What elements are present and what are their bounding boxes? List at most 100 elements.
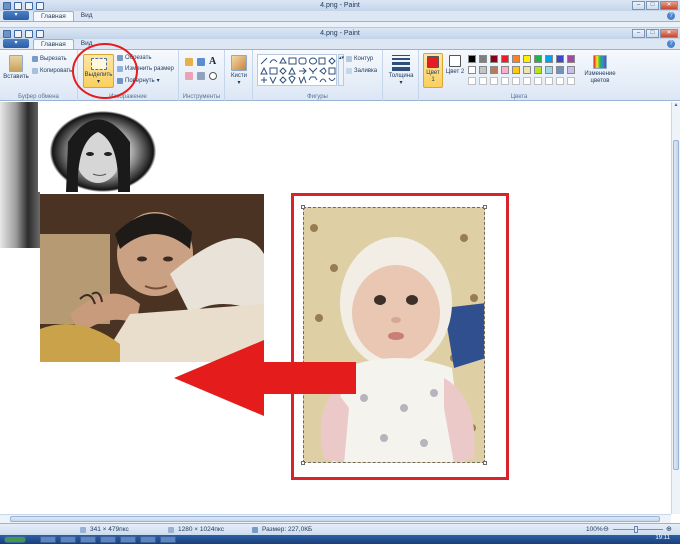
- zoom-out-icon[interactable]: ⊖: [603, 525, 609, 533]
- help-icon[interactable]: ?: [667, 40, 675, 48]
- paste-label: Вставить: [3, 74, 29, 80]
- selection-handle[interactable]: [483, 205, 487, 209]
- thickness-button[interactable]: Толщина ▾: [387, 55, 415, 86]
- fill-bucket-icon[interactable]: [197, 58, 205, 66]
- palette-swatch[interactable]: [479, 66, 487, 74]
- taskbar-app[interactable]: [80, 536, 96, 543]
- brushes-group: Кисти ▾: [225, 50, 253, 101]
- palette-swatch[interactable]: [523, 55, 531, 63]
- palette-swatch-empty[interactable]: [479, 77, 487, 85]
- clipboard-icon: [9, 55, 23, 72]
- palette-swatch-empty[interactable]: [523, 77, 531, 85]
- taskbar-app[interactable]: [60, 536, 76, 543]
- color-picker-icon[interactable]: [197, 72, 205, 80]
- palette-swatch[interactable]: [468, 55, 476, 63]
- background-window-titlebar: 4.png - Paint – □ ✕: [0, 0, 680, 11]
- palette-swatch[interactable]: [556, 66, 564, 74]
- status-bar: 341 × 479пкс 1280 × 1024пкс Размер: 227,…: [0, 523, 680, 535]
- image-size-text: 1280 × 1024пкс: [178, 526, 225, 533]
- file-size-text: Размер: 227,0КБ: [262, 526, 313, 533]
- palette-swatch-empty[interactable]: [501, 77, 509, 85]
- outline-button[interactable]: Контур: [346, 56, 373, 62]
- close-icon[interactable]: ✕: [660, 1, 678, 10]
- brushes-button[interactable]: Кисти ▾: [228, 55, 250, 86]
- selection-handle[interactable]: [301, 205, 305, 209]
- paint-menu-button[interactable]: ▾: [3, 39, 29, 48]
- tab-home[interactable]: Главная: [33, 11, 74, 21]
- palette-swatch[interactable]: [556, 55, 564, 63]
- copy-button[interactable]: Копировать: [32, 68, 72, 74]
- help-icon[interactable]: ?: [667, 12, 675, 20]
- minimize-icon[interactable]: –: [632, 29, 645, 38]
- palette-swatch-empty[interactable]: [512, 77, 520, 85]
- palette-swatch[interactable]: [479, 55, 487, 63]
- scroll-up-icon[interactable]: ▲: [672, 102, 680, 108]
- palette-swatch[interactable]: [490, 66, 498, 74]
- clipboard-group: Вставить Вырезать Копировать Буфер обмен…: [0, 50, 78, 101]
- color2-swatch: [449, 55, 461, 67]
- shapes-gallery-scroll[interactable]: ▴▾: [338, 54, 344, 86]
- baby-photo[interactable]: [303, 207, 485, 463]
- selection-handle[interactable]: [301, 461, 305, 465]
- pencil-icon[interactable]: [185, 58, 193, 66]
- taskbar-app[interactable]: [40, 536, 56, 543]
- palette-swatch[interactable]: [512, 66, 520, 74]
- palette-swatch[interactable]: [501, 66, 509, 74]
- palette-swatch[interactable]: [534, 66, 542, 74]
- paste-button[interactable]: Вставить: [3, 55, 29, 80]
- color1-button[interactable]: Цвет 1: [423, 53, 443, 88]
- zoom-level: 100%: [586, 526, 603, 533]
- palette-swatch-empty[interactable]: [567, 77, 575, 85]
- horizontal-scroll-thumb[interactable]: [10, 516, 660, 522]
- taskbar-app[interactable]: [160, 536, 176, 543]
- palette-swatch[interactable]: [490, 55, 498, 63]
- tab-view[interactable]: Вид: [74, 11, 100, 21]
- palette-swatch[interactable]: [545, 55, 553, 63]
- zoom-in-icon[interactable]: ⊕: [666, 525, 672, 533]
- maximize-icon[interactable]: □: [646, 29, 659, 38]
- palette-swatch[interactable]: [523, 66, 531, 74]
- copy-icon: [32, 68, 38, 74]
- minimize-icon[interactable]: –: [632, 1, 645, 10]
- start-button[interactable]: [4, 536, 26, 543]
- taskbar-app[interactable]: [140, 536, 156, 543]
- color2-button[interactable]: Цвет 2: [445, 53, 465, 88]
- palette-swatch[interactable]: [534, 55, 542, 63]
- paint-menu-button[interactable]: ▾: [3, 11, 29, 20]
- close-icon[interactable]: ✕: [660, 29, 678, 38]
- palette-swatch-empty[interactable]: [556, 77, 564, 85]
- palette-swatch-empty[interactable]: [534, 77, 542, 85]
- palette-swatch[interactable]: [468, 66, 476, 74]
- palette-swatch[interactable]: [501, 55, 509, 63]
- magnifier-icon[interactable]: [209, 72, 217, 80]
- window-title: 4.png - Paint: [320, 30, 360, 37]
- zoom-slider[interactable]: [613, 529, 663, 530]
- taskbar-app[interactable]: [120, 536, 136, 543]
- maximize-icon[interactable]: □: [646, 1, 659, 10]
- zoom-slider-thumb[interactable]: [634, 526, 638, 533]
- eraser-icon[interactable]: [185, 72, 193, 80]
- vertical-scrollbar[interactable]: ▲: [671, 102, 680, 514]
- selection-handle[interactable]: [483, 461, 487, 465]
- shapes-gallery[interactable]: [257, 54, 337, 86]
- palette-swatch-empty[interactable]: [490, 77, 498, 85]
- palette-swatch-empty[interactable]: [468, 77, 476, 85]
- fill-button[interactable]: Заливка: [346, 68, 377, 74]
- palette-swatch[interactable]: [567, 55, 575, 63]
- palette-swatch-empty[interactable]: [545, 77, 553, 85]
- palette-swatch[interactable]: [567, 66, 575, 74]
- tab-home[interactable]: Главная: [33, 39, 74, 49]
- baby-photo-scene: [304, 208, 484, 462]
- edit-colors-button[interactable]: Изменение цветов: [583, 55, 617, 85]
- text-tool-icon[interactable]: A: [209, 56, 216, 67]
- scissors-icon: [32, 56, 38, 62]
- taskbar-app[interactable]: [100, 536, 116, 543]
- vertical-scroll-thumb[interactable]: [673, 140, 679, 470]
- door-image: [0, 102, 40, 248]
- drawing-canvas[interactable]: [0, 102, 671, 514]
- palette-swatch[interactable]: [545, 66, 553, 74]
- shapes-group: ▴▾ Контур Заливка Фигуры: [253, 50, 383, 101]
- cut-button[interactable]: Вырезать: [32, 56, 67, 62]
- palette-swatch[interactable]: [512, 55, 520, 63]
- horizontal-scrollbar[interactable]: [0, 514, 671, 523]
